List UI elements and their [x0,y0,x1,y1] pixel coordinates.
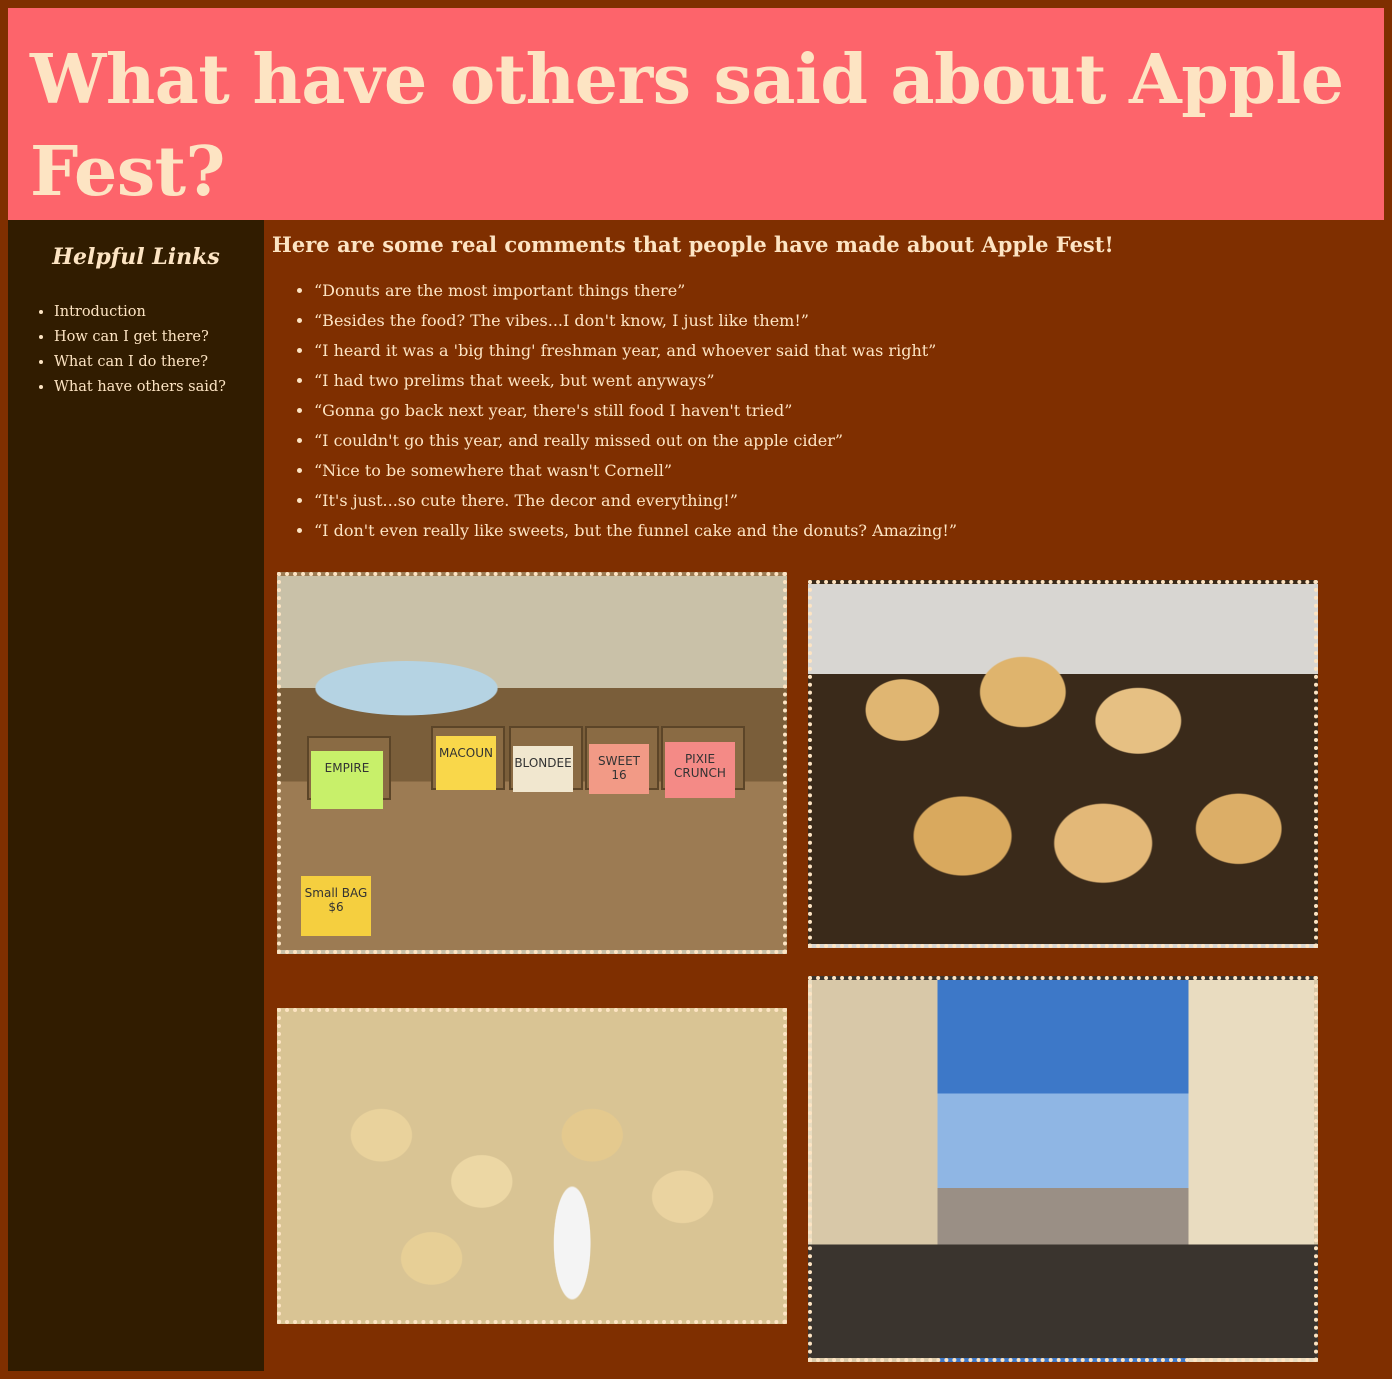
mac-and-cheese-photo [277,1008,787,1324]
comments-heading: Here are some real comments that people … [272,232,1114,257]
page-header: What have others said about Apple Fest? [8,8,1384,220]
comment-item: “I had two prelims that week, but went a… [314,366,1372,396]
comment-item: “I heard it was a 'big thing' freshman y… [314,336,1372,366]
sidebar-link-activities[interactable]: What can I do there? [54,354,208,370]
sidebar-item-introduction: Introduction [54,300,226,325]
comment-item: “It's just...so cute there. The decor an… [314,486,1372,516]
sidebar-link-others-said[interactable]: What have others said? [54,379,226,395]
sign-blondee: BLONDEE [513,746,573,792]
main-content: Here are some real comments that people … [272,226,1372,546]
comment-item: “I couldn't go this year, and really mis… [314,426,1372,456]
sign-empire: EMPIRE [311,751,383,809]
sign-macoun: MACOUN [436,736,496,790]
comment-item: “Gonna go back next year, there's still … [314,396,1372,426]
comment-item: “Donuts are the most important things th… [314,276,1372,306]
kettle-corn-photo [808,580,1318,948]
sidebar-link-introduction[interactable]: Introduction [54,304,146,320]
sign-pixie-crunch: PIXIE CRUNCH [665,742,735,798]
sidebar-link-getting-there[interactable]: How can I get there? [54,329,209,345]
comments-list: “Donuts are the most important things th… [272,276,1372,546]
comment-item: “Besides the food? The vibes...I don't k… [314,306,1372,336]
sidebar-item-activities: What can I do there? [54,350,226,375]
sidebar-item-others-said: What have others said? [54,375,226,400]
comment-item: “Nice to be somewhere that wasn't Cornel… [314,456,1372,486]
sign-small-bag: Small BAG $6 [301,876,371,936]
apple-stand-photo: EMPIRE MACOUN BLONDEE SWEET 16 PIXIE CRU… [277,572,787,954]
comment-item: “I don't even really like sweets, but th… [314,516,1372,546]
sidebar-item-getting-there: How can I get there? [54,325,226,350]
page-title: What have others said about Apple Fest? [30,40,1344,212]
sidebar-link-list: Introduction How can I get there? What c… [36,300,226,400]
street-crowd-photo [808,976,1318,1362]
sidebar: Helpful Links Introduction How can I get… [8,220,264,1371]
sign-sweet-16: SWEET 16 [589,744,649,794]
sidebar-heading: Helpful Links [52,244,220,270]
